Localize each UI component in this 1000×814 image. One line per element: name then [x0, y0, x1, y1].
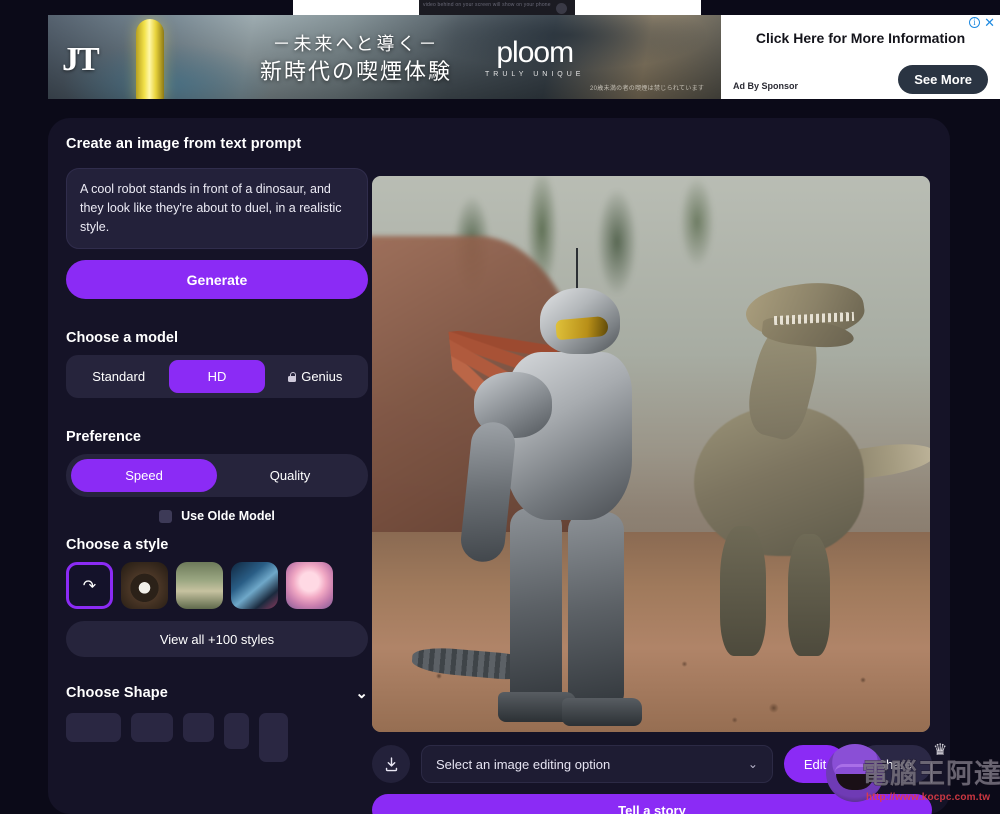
shape-option-portrait[interactable] [224, 713, 249, 749]
robot-leg-right [568, 512, 624, 706]
view-all-styles-button[interactable]: View all +100 styles [66, 621, 368, 657]
tell-a-story-button[interactable]: Tell a story [372, 794, 932, 814]
shape-option-list[interactable] [66, 713, 368, 762]
ad-headline: －未来へと導く－ 新時代の喫煙体験 [260, 31, 452, 87]
reset-icon: ↷ [82, 577, 97, 595]
download-button[interactable] [372, 745, 410, 783]
prompt-input[interactable]: A cool robot stands in front of a dinosa… [66, 168, 368, 249]
robot-foot-right [562, 698, 642, 726]
page-chrome-note-avatar [556, 3, 567, 14]
dinosaur-leg-right [788, 534, 830, 656]
model-option-hd-label: HD [207, 369, 227, 384]
ad-controls[interactable]: ✕ [969, 16, 995, 29]
ad-attribution: Ad By Sponsor [733, 81, 799, 91]
ad-creative[interactable]: JT －未来へと導く－ 新時代の喫煙体験 ploom TRULY UNIQUE … [48, 15, 721, 99]
shape-option-landscape[interactable] [131, 713, 173, 742]
preference-option-speed[interactable]: Speed [71, 459, 217, 492]
preference-option-quality[interactable]: Quality [217, 459, 363, 492]
ad-headline-line2: 新時代の喫煙体験 [260, 59, 453, 84]
use-olde-model-row[interactable]: Use Olde Model [66, 509, 368, 523]
style-thumb-cyberpunk-mech[interactable] [231, 562, 278, 609]
ad-legal-disclaimer: 20歳未満の者の喫煙は禁じられています [590, 86, 705, 92]
ad-see-more-button[interactable]: See More [898, 65, 988, 94]
style-section-label: Choose a style [66, 537, 169, 553]
use-olde-model-label: Use Olde Model [181, 509, 275, 523]
info-icon[interactable] [969, 17, 981, 28]
ad-brand-logo: JT [62, 41, 100, 78]
use-olde-model-checkbox[interactable] [159, 509, 173, 523]
app-panel: Create an image from text prompt A cool … [48, 118, 950, 814]
ad-product-logo-tagline: TRULY UNIQUE [485, 71, 585, 78]
download-icon [385, 756, 397, 771]
style-thumb-landscape-painting[interactable] [176, 562, 223, 609]
model-option-genius-label: Genius [301, 369, 343, 384]
ad-cta-panel[interactable]: ✕ Click Here for More Information Ad By … [721, 15, 1000, 99]
chevron-down-icon: ⌄ [747, 757, 758, 771]
share-button[interactable]: Share [857, 745, 932, 783]
advertisement-banner[interactable]: JT －未来へと導く－ 新時代の喫煙体験 ploom TRULY UNIQUE … [48, 15, 1000, 99]
model-option-hd[interactable]: HD [169, 360, 265, 393]
ad-cta-headline: Click Here for More Information [755, 30, 966, 46]
model-option-standard[interactable]: Standard [71, 360, 166, 393]
edit-button[interactable]: Edit [783, 745, 847, 783]
model-option-genius[interactable]: Genius [268, 360, 363, 393]
close-icon[interactable]: ✕ [984, 16, 995, 29]
image-edit-option-select[interactable]: Select an image editing option ⌄ [421, 745, 773, 783]
model-option-standard-label: Standard [92, 369, 146, 384]
style-thumb-anime-portrait[interactable] [286, 562, 333, 609]
page-root: video behind on your screen will show on… [0, 0, 1000, 814]
result-area [372, 176, 932, 732]
generated-image[interactable] [372, 176, 930, 732]
style-thumb-none-reset[interactable]: ↷ [66, 562, 113, 609]
ad-headline-line1: －未来へと導く－ [272, 34, 440, 54]
model-section-label: Choose a model [66, 330, 178, 346]
preference-selector[interactable]: Speed Quality [66, 454, 368, 497]
ad-product-logo-name: ploom [496, 36, 574, 69]
chevron-down-icon[interactable]: ⌄ [355, 686, 368, 701]
controls-sidebar: Create an image from text prompt A cool … [66, 136, 368, 762]
shape-option-portrait-tall[interactable] [259, 713, 288, 762]
robot-antenna [576, 248, 578, 292]
shape-option-landscape-wide[interactable] [66, 713, 121, 742]
shape-section-label: Choose Shape [66, 685, 168, 701]
robot-arm [458, 420, 518, 564]
image-dinosaur [654, 276, 930, 696]
robot-leg-left [510, 508, 562, 704]
style-thumb-panda-photo[interactable] [121, 562, 168, 609]
page-chrome-note-line1: video behind on your screen will show on… [423, 2, 551, 8]
style-thumbnail-list[interactable]: ↷ [66, 562, 368, 609]
dinosaur-leg-left [720, 526, 766, 656]
shape-option-square[interactable] [183, 713, 214, 742]
model-selector[interactable]: Standard HD Genius [66, 355, 368, 398]
image-toolbar: Select an image editing option ⌄ Edit Sh… [372, 745, 932, 783]
lock-icon [288, 371, 297, 382]
image-robot [411, 248, 682, 732]
ad-product-image [136, 19, 164, 99]
preference-section-label: Preference [66, 429, 141, 445]
generate-button[interactable]: Generate [66, 260, 368, 299]
shape-section-header[interactable]: Choose Shape ⌄ [66, 685, 368, 701]
ad-product-logo: ploom TRULY UNIQUE [485, 36, 585, 79]
page-title: Create an image from text prompt [66, 136, 302, 152]
image-edit-option-value: Select an image editing option [436, 756, 611, 772]
